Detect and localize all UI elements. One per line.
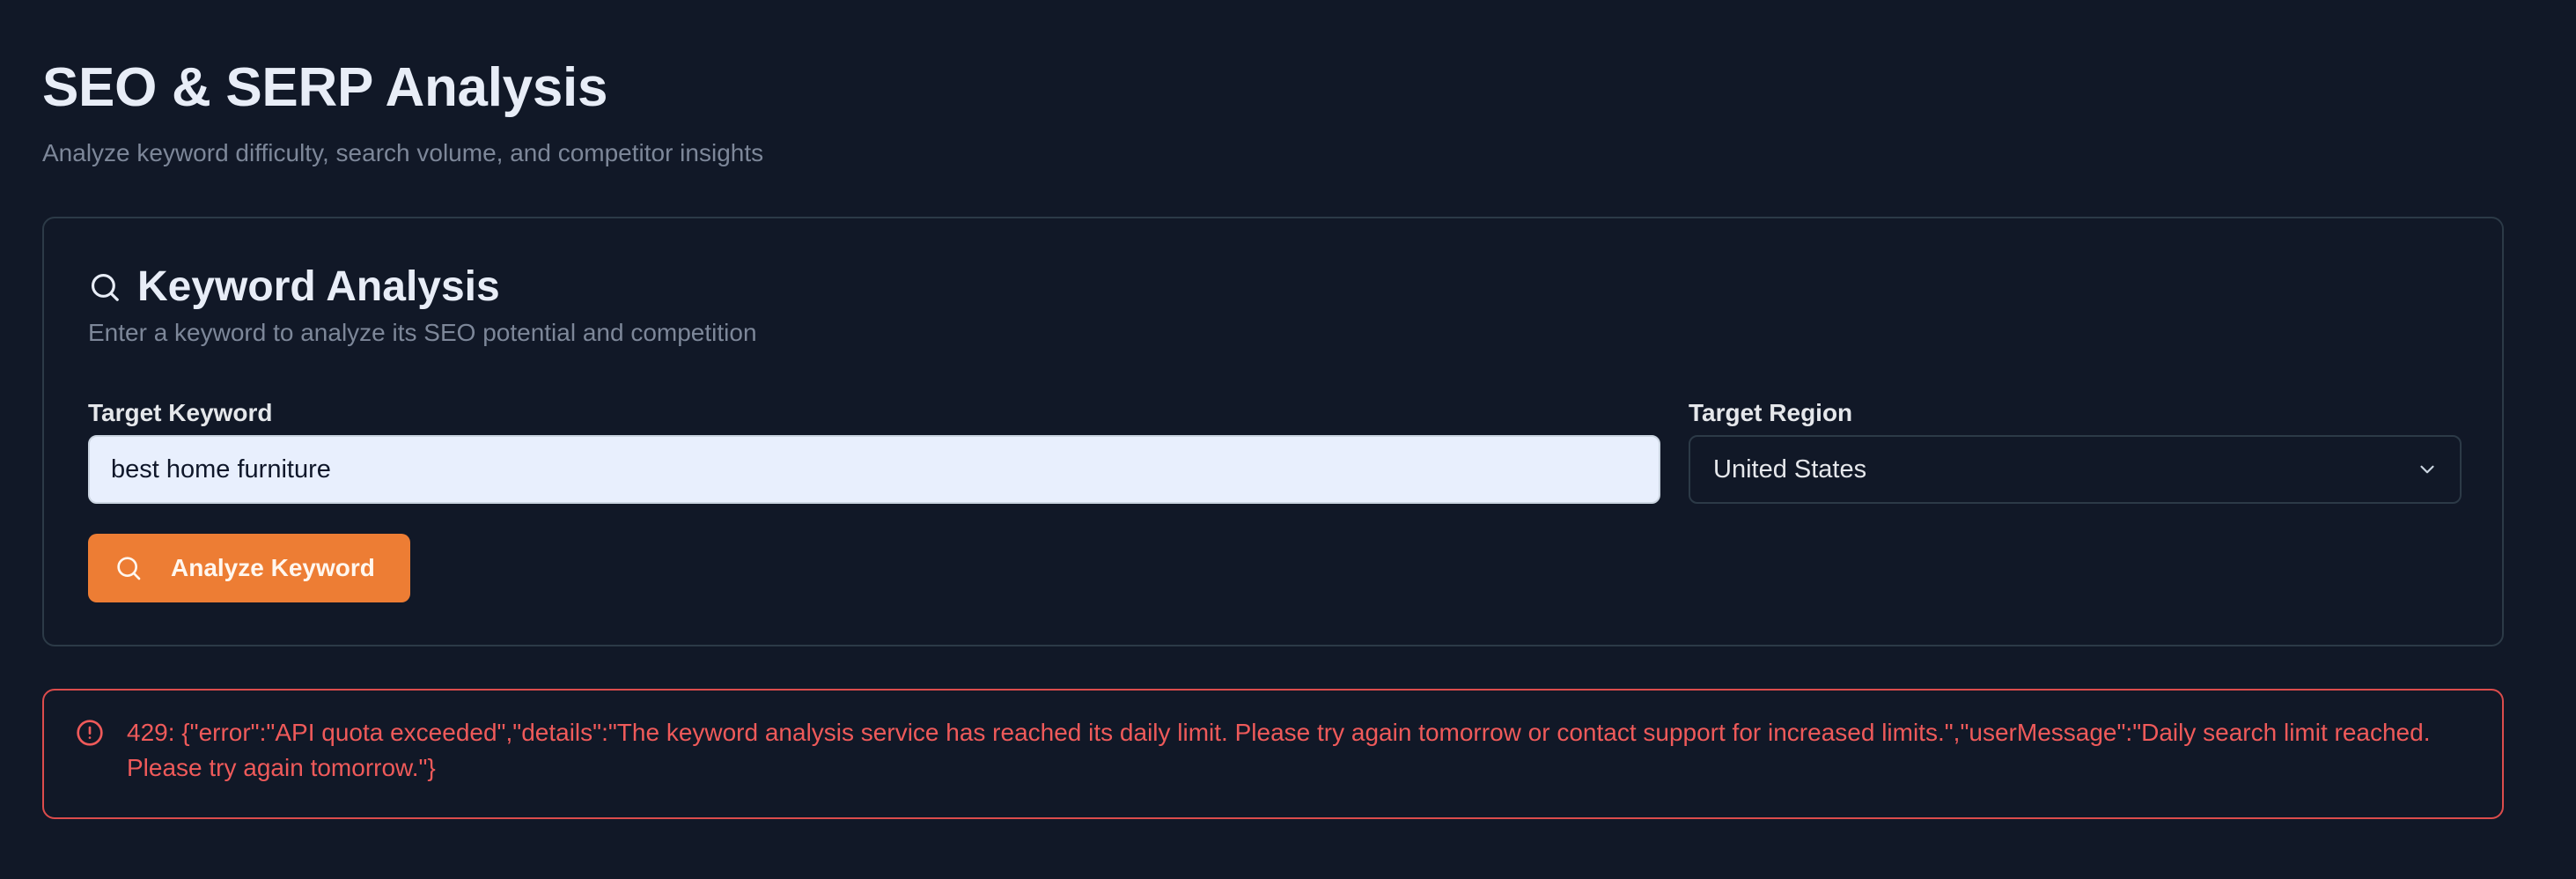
page-subtitle: Analyze keyword difficulty, search volum… xyxy=(42,139,764,166)
search-icon xyxy=(88,270,121,304)
search-icon xyxy=(114,554,143,582)
analyze-keyword-button[interactable]: Analyze Keyword xyxy=(88,534,410,602)
error-message: 429: {"error":"API quota exceeded","deta… xyxy=(127,719,2431,781)
target-region-select[interactable]: United States xyxy=(1689,435,2462,504)
alert-circle-icon xyxy=(76,719,104,747)
card-description: Enter a keyword to analyze its SEO poten… xyxy=(88,319,757,346)
seo-page: SEO & SERP Analysis Analyze keyword diff… xyxy=(0,0,2576,879)
target-region-value: United States xyxy=(1713,454,1867,484)
error-alert: 429: {"error":"API quota exceeded","deta… xyxy=(42,689,2504,819)
target-keyword-label: Target Keyword xyxy=(88,399,273,426)
keyword-analysis-card: Keyword Analysis Enter a keyword to anal… xyxy=(42,217,2504,646)
target-region-label: Target Region xyxy=(1689,399,1853,426)
target-keyword-input[interactable] xyxy=(88,435,1660,504)
page-title: SEO & SERP Analysis xyxy=(42,57,608,118)
analyze-keyword-label: Analyze Keyword xyxy=(171,554,375,581)
card-header: Keyword Analysis xyxy=(88,261,500,314)
chevron-down-icon xyxy=(2416,458,2439,481)
card-title: Keyword Analysis xyxy=(137,263,500,310)
